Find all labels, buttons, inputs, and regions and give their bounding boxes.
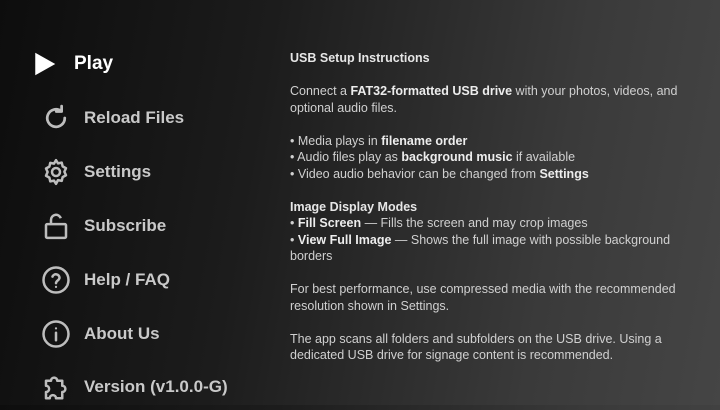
menu-item-help-faq[interactable]: Help / FAQ: [0, 257, 250, 303]
mode-name: View Full Image: [297, 232, 392, 247]
reload-icon: [40, 102, 72, 134]
menu-item-subscribe[interactable]: Subscribe: [0, 203, 250, 249]
help-icon: [40, 264, 72, 296]
play-icon: [28, 48, 60, 80]
bullet-highlight: Settings: [539, 166, 589, 181]
bullet-text: • Audio files play as: [290, 150, 402, 164]
mode-view-full-image: • View Full Image — Shows the full image…: [290, 232, 671, 264]
instructions-title: USB Setup Instructions: [290, 51, 430, 65]
menu-item-label: Play: [74, 53, 114, 74]
bullet-highlight: filename order: [381, 133, 468, 148]
usb-instructions-panel: USB Setup Instructions Connect a FAT32-f…: [290, 50, 710, 364]
sidebar-menu: Play Reload Files Settings Subscribe Hel…: [0, 0, 260, 405]
bullet-text: • Video audio behavior can be changed fr…: [290, 166, 540, 181]
intro-text: Connect a: [290, 84, 351, 98]
bullet-highlight: background music: [401, 150, 513, 164]
menu-item-version[interactable]: Version (v1.0.0-G): [0, 364, 250, 410]
puzzle-icon: [40, 371, 72, 403]
menu-item-label: Help / FAQ: [84, 270, 170, 289]
mode-name: Fill Screen: [297, 216, 362, 230]
menu-item-label: Settings: [84, 162, 152, 181]
instructions-intro: Connect a FAT32-formatted USB drive with…: [290, 83, 710, 116]
mode-description: — Fills the screen and may crop images: [361, 216, 588, 230]
menu-item-label: Reload Files: [84, 108, 185, 127]
scan-note: The app scans all folders and subfolders…: [290, 331, 662, 363]
bullet-text: • Media plays in: [290, 133, 382, 148]
mode-fill-screen: • Fill Screen — Fills the screen and may…: [290, 216, 588, 230]
bullet-background-music: • Audio files play as background music i…: [290, 149, 710, 166]
menu-item-settings[interactable]: Settings: [0, 149, 250, 195]
menu-item-label: Subscribe: [84, 216, 167, 235]
intro-highlight: FAT32-formatted USB drive: [350, 84, 513, 98]
bullet-video-audio: • Video audio behavior can be changed fr…: [290, 166, 710, 183]
display-modes-title: Image Display Modes: [290, 199, 418, 214]
info-icon: [40, 318, 72, 350]
menu-item-reload-files[interactable]: Reload Files: [0, 95, 250, 141]
bullet-text-end: if available: [512, 150, 576, 164]
unlock-icon: [40, 210, 72, 242]
menu-item-play[interactable]: Play: [0, 41, 250, 87]
menu-item-about-us[interactable]: About Us: [0, 311, 250, 357]
performance-note: For best performance, use compressed med…: [290, 282, 676, 313]
bullet-filename-order: • Media plays in filename order: [290, 133, 710, 150]
menu-item-label: About Us: [84, 324, 160, 343]
menu-item-label: Version (v1.0.0-G): [84, 377, 228, 396]
gear-icon: [40, 156, 72, 188]
